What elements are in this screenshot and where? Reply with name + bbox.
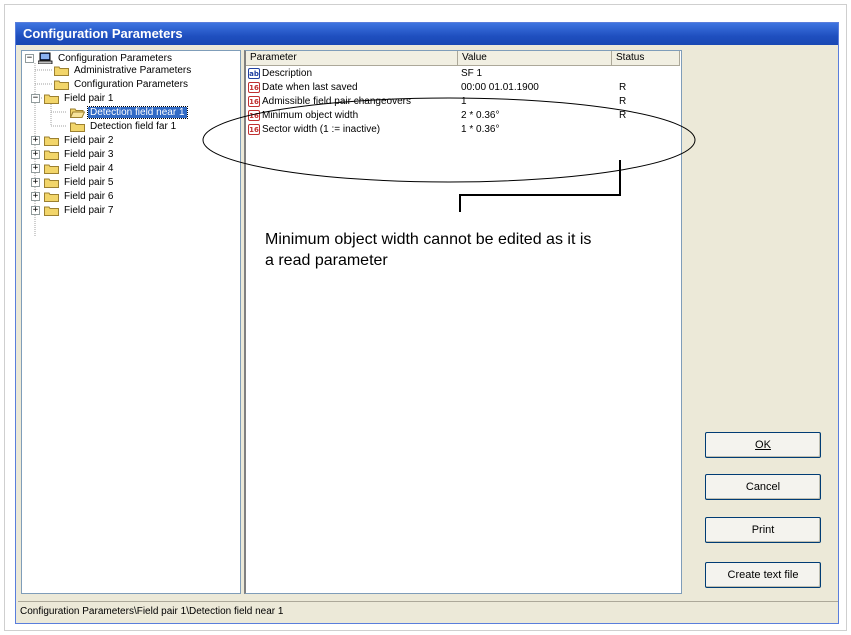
ok-button-label: OK <box>755 439 771 451</box>
folder-icon <box>44 136 59 146</box>
print-button[interactable]: Print <box>705 517 821 543</box>
folder-icon <box>70 122 85 132</box>
list-header: Parameter Value Status <box>246 51 681 66</box>
parameter-value: 1 * 0.36° <box>461 124 500 135</box>
tree-item-field-pair-3[interactable]: + Field pair 3 <box>31 147 115 161</box>
parameter-name: Admissible field pair changeovers <box>262 96 411 107</box>
numeric-type-icon: 16 <box>248 109 260 121</box>
tree-item-field-pair-1[interactable]: − Field pair 1 <box>31 91 115 105</box>
parameter-value: 2 * 0.36° <box>461 110 500 121</box>
parameter-status: R <box>619 96 627 107</box>
parameter-value: 00:00 01.01.1900 <box>461 82 539 93</box>
numeric-type-icon: 16 <box>248 81 260 93</box>
annotation-line-1: Minimum object width cannot be edited as… <box>265 231 592 248</box>
tree-item-label: Configuration Parameters <box>74 78 188 90</box>
list-row-sector-width[interactable]: 16 Sector width (1 := inactive) 1 * 0.36° <box>246 123 680 137</box>
folder-icon <box>44 178 59 188</box>
list-row-minimum-object-width[interactable]: 16 Minimum object width 2 * 0.36° R <box>246 109 680 123</box>
create-text-file-button-label: Create text file <box>727 569 799 581</box>
tree-item-administrative-parameters[interactable]: Administrative Parameters <box>54 63 193 77</box>
column-header-parameter[interactable]: Parameter <box>246 51 458 66</box>
tree-item-label: Administrative Parameters <box>74 64 192 76</box>
tree-item-field-pair-4[interactable]: + Field pair 4 <box>31 161 115 175</box>
title-bar: Configuration Parameters <box>16 23 838 45</box>
folder-icon <box>44 164 59 174</box>
expand-icon[interactable]: + <box>31 149 40 159</box>
parameter-tree[interactable]: − Configuration Parameters Administrativ… <box>21 50 241 594</box>
collapse-icon[interactable]: − <box>25 53 34 63</box>
folder-icon <box>44 192 59 202</box>
print-button-label: Print <box>751 524 775 536</box>
expand-icon[interactable]: + <box>31 191 40 201</box>
ok-button[interactable]: OK <box>705 432 821 458</box>
tree-item-label: Detection field near 1 <box>87 105 188 119</box>
tree-item-label: Field pair 7 <box>64 204 114 216</box>
status-bar-path: Configuration Parameters\Field pair 1\De… <box>20 606 284 617</box>
parameter-name: Description <box>262 68 313 79</box>
parameter-name: Date when last saved <box>262 82 358 93</box>
folder-icon <box>44 206 59 216</box>
list-row-admissible-changeovers[interactable]: 16 Admissible field pair changeovers 1 R <box>246 95 680 109</box>
folder-icon <box>54 80 69 90</box>
tree-item-label: Detection field far 1 <box>90 120 177 132</box>
expand-icon[interactable]: + <box>31 205 40 215</box>
create-text-file-button[interactable]: Create text file <box>705 562 821 588</box>
cancel-button-label: Cancel <box>745 481 781 493</box>
collapse-icon[interactable]: − <box>31 93 40 103</box>
expand-icon[interactable]: + <box>31 135 40 145</box>
column-header-status[interactable]: Status <box>612 51 680 66</box>
tree-item-detection-field-far-1[interactable]: Detection field far 1 <box>70 119 178 133</box>
numeric-type-icon: 16 <box>248 123 260 135</box>
tree-item-label: Field pair 3 <box>64 148 114 160</box>
folder-icon <box>54 66 69 76</box>
parameter-status: R <box>619 110 627 121</box>
column-header-value[interactable]: Value <box>458 51 612 66</box>
expand-icon[interactable]: + <box>31 177 40 187</box>
tree-item-configuration-parameters[interactable]: Configuration Parameters <box>54 77 190 91</box>
status-bar: Configuration Parameters\Field pair 1\De… <box>18 601 838 622</box>
tree-item-label: Field pair 5 <box>64 176 114 188</box>
text-type-icon: ab <box>248 67 260 79</box>
tree-item-label: Field pair 6 <box>64 190 114 202</box>
config-parameters-dialog: Configuration Parameters − Configuration… <box>15 22 839 624</box>
tree-item-label: Field pair 1 <box>64 92 114 104</box>
parameter-list[interactable]: Parameter Value Status ab Description SF … <box>244 50 682 594</box>
computer-icon <box>38 52 53 64</box>
tree-item-label: Field pair 2 <box>64 134 114 146</box>
tree-item-field-pair-7[interactable]: + Field pair 7 <box>31 203 115 217</box>
parameter-value: 1 <box>461 96 467 107</box>
parameter-name: Sector width (1 := inactive) <box>262 124 381 135</box>
tree-item-label: Field pair 4 <box>64 162 114 174</box>
folder-icon <box>44 150 59 160</box>
folder-icon <box>44 94 59 104</box>
list-row-description[interactable]: ab Description SF 1 <box>246 67 680 81</box>
annotation-text: Minimum object width cannot be edited as… <box>265 229 685 271</box>
parameter-name: Minimum object width <box>262 110 359 121</box>
window-title: Configuration Parameters <box>23 26 183 41</box>
parameter-value: SF 1 <box>461 68 483 79</box>
list-row-date-last-saved[interactable]: 16 Date when last saved 00:00 01.01.1900 … <box>246 81 680 95</box>
tree-item-field-pair-5[interactable]: + Field pair 5 <box>31 175 115 189</box>
annotation-line-2: a read parameter <box>265 252 388 269</box>
tree-root-label: Configuration Parameters <box>58 52 172 64</box>
expand-icon[interactable]: + <box>31 163 40 173</box>
numeric-type-icon: 16 <box>248 95 260 107</box>
tree-item-detection-field-near-1[interactable]: Detection field near 1 <box>70 105 188 119</box>
open-folder-icon <box>70 108 85 118</box>
parameter-status: R <box>619 82 627 93</box>
tree-item-field-pair-6[interactable]: + Field pair 6 <box>31 189 115 203</box>
cancel-button[interactable]: Cancel <box>705 474 821 500</box>
tree-item-field-pair-2[interactable]: + Field pair 2 <box>31 133 115 147</box>
